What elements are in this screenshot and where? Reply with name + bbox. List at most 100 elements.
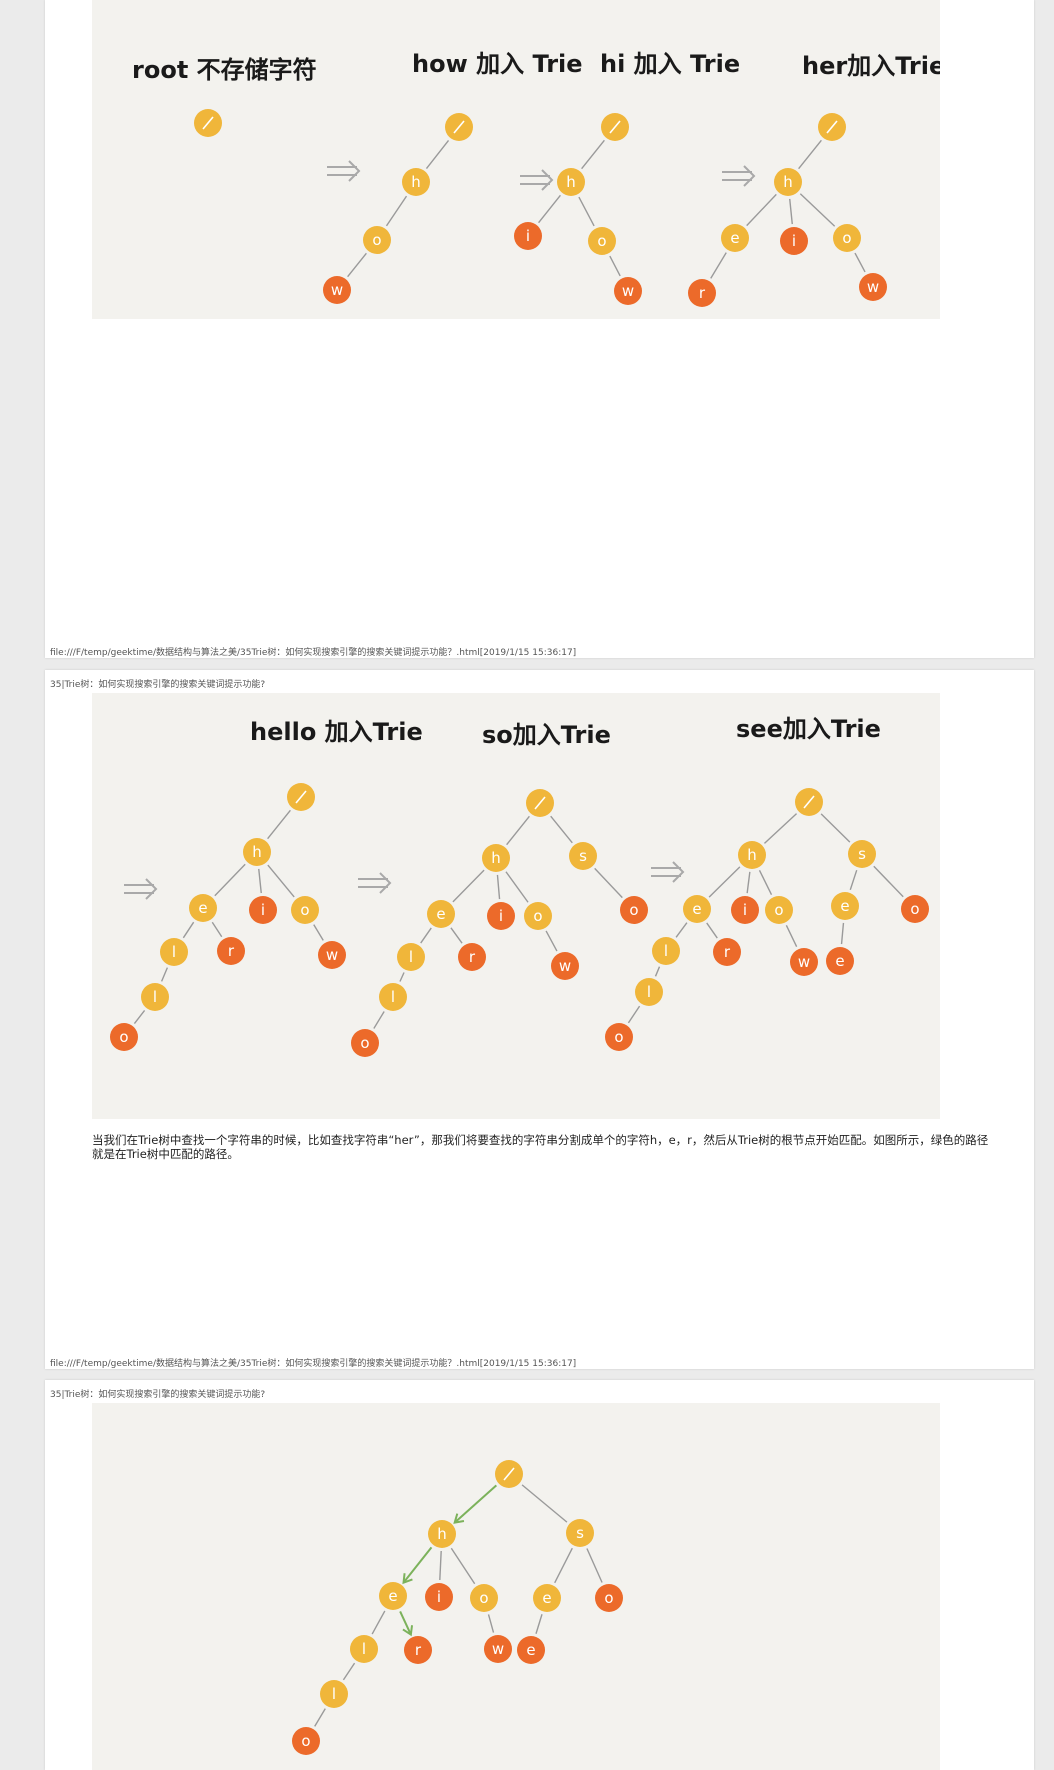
trie-node-e: e	[379, 1582, 407, 1610]
tree-edge	[439, 1550, 442, 1581]
trie-node-o: o	[605, 1023, 633, 1051]
trie-node-label: o	[597, 232, 606, 250]
trie-node-w: w	[790, 948, 818, 976]
trie-node-o: o	[524, 902, 552, 930]
trie-node-label: h	[252, 843, 262, 861]
trie-node-label: i	[499, 907, 503, 925]
trie-node-label: l	[391, 988, 395, 1006]
trie-node-label: o	[479, 1589, 488, 1607]
trie-node-label: l	[647, 983, 651, 1001]
trie-node-l: l	[141, 983, 169, 1011]
tree-edge	[578, 196, 595, 227]
double-arrow-icon	[722, 165, 756, 187]
trie-node-label: e	[436, 905, 445, 923]
trie-node-e: e	[721, 224, 749, 252]
trie-node-i: i	[780, 227, 808, 255]
trie-node-label: o	[372, 231, 381, 249]
trie-node-label: o	[629, 901, 638, 919]
trie-node-e: e	[831, 892, 859, 920]
tree-edge	[627, 1005, 641, 1024]
trie-node-label: r	[699, 284, 706, 302]
double-arrow-icon	[124, 878, 158, 900]
trie-insert-diagram-1: root 不存储字符 how 加入 Trie hi 加入 Trie her加入T…	[132, 50, 940, 307]
trie-node-i: i	[249, 896, 277, 924]
trie-node-w: w	[323, 276, 351, 304]
body-paragraph: 当我们在Trie树中查找一个字符串的时候，比如查找字符串“her”，那我们将要查…	[92, 1133, 989, 1161]
tree-edge	[706, 922, 718, 939]
tree-edge	[849, 869, 858, 891]
trie-node-label: w	[331, 281, 343, 299]
trie-node-r: r	[458, 943, 486, 971]
trie-node-s: s	[848, 840, 876, 868]
trie-node-l: l	[320, 1680, 348, 1708]
tree-edge	[785, 925, 798, 947]
trie-node-label: w	[326, 946, 338, 964]
trie-node-l: l	[350, 1635, 378, 1663]
trie-node-o: o	[901, 895, 929, 923]
trie-node-label: r	[415, 1641, 422, 1659]
trie-node-label: w	[798, 953, 810, 971]
trie-state-her: h e i o r w	[688, 113, 887, 307]
tree-edge	[758, 869, 773, 896]
trie-node-/	[818, 113, 846, 141]
page-header: 35|Trie树：如何实现搜索引擎的搜索关键词提示功能?	[50, 680, 266, 690]
tree-edge	[746, 871, 751, 894]
trie-node-label: s	[579, 847, 587, 865]
trie-node-o: o	[351, 1029, 379, 1057]
caption-so: so加入Trie	[482, 721, 611, 749]
tree-edge	[258, 868, 262, 894]
trie-node-label: e	[542, 1589, 551, 1607]
tree-edge	[746, 193, 777, 227]
trie-node-l: l	[379, 983, 407, 1011]
trie-node-r: r	[713, 938, 741, 966]
tree-edge	[854, 252, 866, 273]
pdf-page-1: root 不存储字符 how 加入 Trie hi 加入 Trie her加入T…	[45, 0, 1034, 658]
trie-state-so: h s e i o o l r w l o	[351, 789, 648, 1057]
trie-node-/	[445, 113, 473, 141]
caption-see: see加入Trie	[736, 715, 881, 743]
trie-node-label: e	[840, 897, 849, 915]
double-arrow-icon	[358, 872, 392, 894]
trie-node-label: e	[388, 1587, 397, 1605]
trie-node-l: l	[397, 943, 425, 971]
tree-edge	[496, 874, 501, 900]
trie-node-label: e	[198, 899, 207, 917]
tree-edge	[505, 871, 529, 903]
trie-node-h: h	[428, 1520, 456, 1548]
caption-her: her加入Trie	[802, 52, 940, 80]
tree-edge	[314, 1708, 326, 1727]
trie-node-s: s	[566, 1519, 594, 1547]
trie-node-o: o	[291, 896, 319, 924]
trie-node-/	[287, 783, 315, 811]
trie-node-o: o	[470, 1584, 498, 1612]
tree-edge	[371, 1610, 386, 1635]
trie-state-empty	[194, 109, 222, 137]
double-arrow-icon	[651, 861, 685, 883]
trie-node-label: l	[362, 1640, 366, 1658]
tree-edge	[594, 867, 623, 899]
trie-node-o: o	[833, 224, 861, 252]
trie-node-label: e	[730, 229, 739, 247]
trie-node-label: o	[614, 1028, 623, 1046]
tree-edge	[710, 252, 727, 279]
trie-search-figure: h s e i o e o l r w e l o	[92, 1403, 940, 1770]
trie-node-l: l	[652, 937, 680, 965]
trie-node-label: r	[228, 942, 235, 960]
trie-state-hello: h e i o l r w l o	[110, 783, 346, 1051]
caption-hi: hi 加入 Trie	[600, 50, 740, 78]
trie-node-i: i	[487, 902, 515, 930]
trie-node-e: e	[517, 1636, 545, 1664]
tree-edge	[267, 864, 295, 898]
green-path-arrow-icon	[453, 1484, 498, 1524]
trie-node-label: e	[835, 952, 844, 970]
trie-insert-figure-1: root 不存储字符 how 加入 Trie hi 加入 Trie her加入T…	[92, 0, 940, 319]
trie-node-label: l	[409, 948, 413, 966]
trie-node-label: l	[153, 988, 157, 1006]
trie-node-h: h	[738, 841, 766, 869]
pdf-page-2: 35|Trie树：如何实现搜索引擎的搜索关键词提示功能? hello 加入Tri…	[45, 670, 1034, 1369]
trie-node-label: r	[469, 948, 476, 966]
double-arrow-icon	[520, 169, 554, 191]
trie-node-i: i	[425, 1583, 453, 1611]
trie-node-o: o	[588, 227, 616, 255]
trie-state-search-her: h s e i o e o l r w e l o	[292, 1460, 623, 1755]
